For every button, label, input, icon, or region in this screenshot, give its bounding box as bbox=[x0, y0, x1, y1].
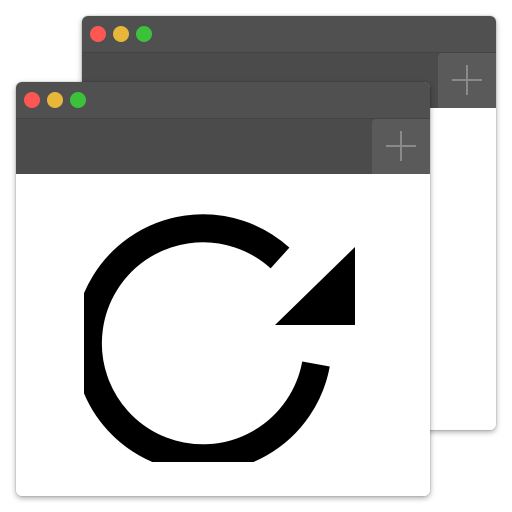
plus-icon bbox=[386, 131, 416, 161]
browser-window-front bbox=[16, 82, 430, 496]
page-content bbox=[16, 174, 430, 496]
zoom-window-button[interactable] bbox=[136, 26, 152, 42]
browser-windows-stage bbox=[0, 0, 512, 512]
reload-icon[interactable] bbox=[84, 202, 364, 462]
title-bar bbox=[82, 16, 496, 53]
close-window-button[interactable] bbox=[24, 92, 40, 108]
minimize-window-button[interactable] bbox=[47, 92, 63, 108]
title-bar bbox=[16, 82, 430, 119]
new-tab-button[interactable] bbox=[372, 119, 430, 174]
close-window-button[interactable] bbox=[90, 26, 106, 42]
minimize-window-button[interactable] bbox=[113, 26, 129, 42]
new-tab-button[interactable] bbox=[438, 53, 496, 108]
tab-bar bbox=[16, 119, 430, 174]
zoom-window-button[interactable] bbox=[70, 92, 86, 108]
plus-icon bbox=[452, 65, 482, 95]
